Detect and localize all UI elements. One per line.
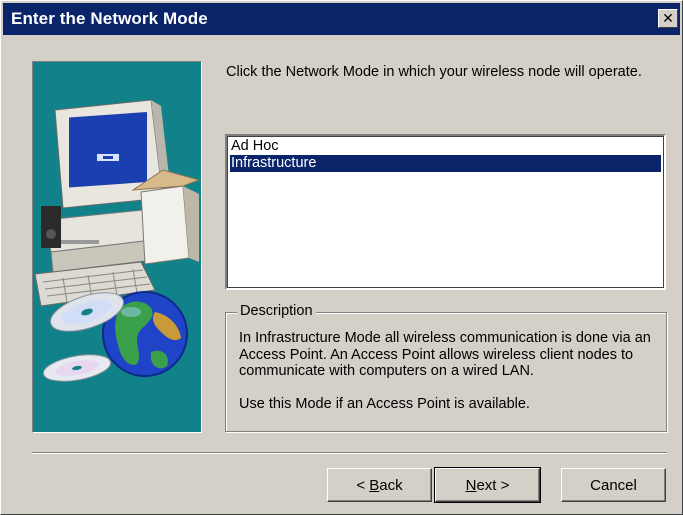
- list-item-ad-hoc[interactable]: Ad Hoc: [230, 138, 661, 155]
- network-mode-dialog: Enter the Network Mode ✕ Click the Netwo…: [0, 0, 683, 515]
- back-button[interactable]: < Back: [327, 468, 432, 502]
- wizard-illustration-panel: [32, 61, 202, 433]
- close-icon: ✕: [662, 10, 674, 27]
- next-button-mnemonic: N: [465, 476, 477, 494]
- cancel-button-label: Cancel: [590, 476, 637, 494]
- window-title: Enter the Network Mode: [11, 9, 208, 28]
- back-button-arrow: <: [356, 476, 370, 494]
- back-button-label: ack: [379, 476, 403, 494]
- back-button-mnemonic: B: [369, 476, 380, 494]
- next-button-label: ext >: [476, 476, 510, 494]
- description-text: In Infrastructure Mode all wireless comm…: [239, 330, 651, 379]
- close-button[interactable]: ✕: [658, 9, 678, 28]
- next-button[interactable]: Next >: [434, 467, 541, 503]
- list-item-infrastructure[interactable]: Infrastructure: [230, 155, 661, 172]
- description-body: In Infrastructure Mode all wireless comm…: [239, 330, 659, 412]
- description-note: Use this Mode if an Access Point is avai…: [239, 395, 530, 412]
- description-groupbox: Description In Infrastructure Mode all w…: [225, 303, 667, 432]
- cancel-button[interactable]: Cancel: [561, 468, 666, 502]
- computer-illustration: [34, 99, 201, 307]
- wizard-illustration: [34, 99, 201, 382]
- title-bar[interactable]: Enter the Network Mode ✕: [3, 3, 680, 35]
- description-legend: Description: [237, 303, 316, 319]
- button-separator: [32, 452, 667, 454]
- instruction-text: Click the Network Mode in which your wir…: [226, 64, 642, 80]
- network-mode-listbox[interactable]: Ad Hoc Infrastructure: [225, 134, 666, 290]
